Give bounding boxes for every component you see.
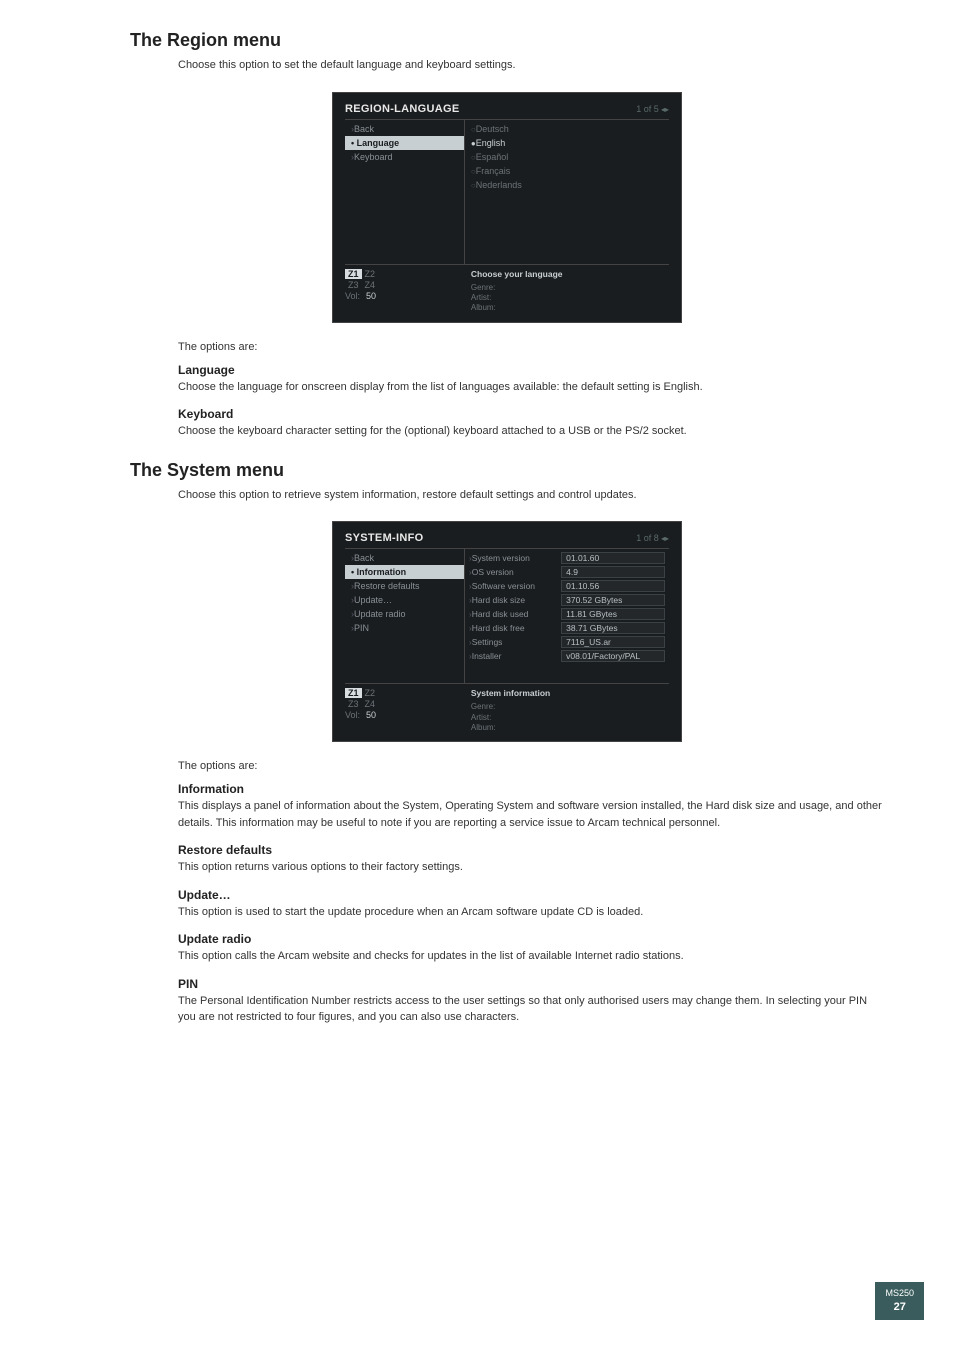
option-block: Update… This option is used to start the … bbox=[178, 888, 884, 921]
info-label: Settings bbox=[469, 637, 557, 647]
option-block: Language Choose the language for onscreen… bbox=[178, 363, 884, 396]
now-playing-meta: Artist: bbox=[471, 293, 669, 303]
now-playing-meta: Genre: bbox=[471, 283, 669, 293]
info-value: 4.9 bbox=[561, 566, 665, 578]
info-row: Hard disk used 11.81 GBytes bbox=[465, 607, 669, 621]
info-label: Hard disk free bbox=[469, 623, 557, 633]
region-screen-hint: Choose your language bbox=[471, 269, 669, 279]
zone-panel: Z1Z2Z3Z4Vol:50 bbox=[345, 688, 465, 733]
zone-chip[interactable]: Z3 bbox=[345, 699, 362, 709]
system-intro: Choose this option to retrieve system in… bbox=[178, 487, 884, 504]
zone-chip[interactable]: Z3 bbox=[345, 280, 362, 290]
option-title: Update… bbox=[178, 888, 884, 902]
region-screen-counter: 1 of 5 bbox=[636, 104, 669, 114]
language-option[interactable]: Deutsch bbox=[465, 122, 669, 136]
info-row: System version 01.01.60 bbox=[465, 551, 669, 565]
option-desc: Choose the language for onscreen display… bbox=[178, 379, 884, 396]
region-screenshot: REGION-LANGUAGE 1 of 5 BackLanguageKeybo… bbox=[130, 92, 884, 323]
language-option[interactable]: Français bbox=[465, 164, 669, 178]
nav-item[interactable]: Keyboard bbox=[345, 150, 464, 164]
volume-display: Vol:50 bbox=[345, 710, 465, 720]
option-desc: This displays a panel of information abo… bbox=[178, 798, 884, 831]
now-playing-meta: Album: bbox=[471, 303, 669, 313]
option-desc: Choose the keyboard character setting fo… bbox=[178, 423, 884, 440]
region-lang-list: DeutschEnglishEspañolFrançaisNederlands bbox=[465, 120, 669, 264]
info-row: Hard disk size 370.52 GBytes bbox=[465, 593, 669, 607]
language-option[interactable]: Nederlands bbox=[465, 178, 669, 192]
option-title: Language bbox=[178, 363, 884, 377]
zone-chip[interactable]: Z2 bbox=[362, 269, 379, 279]
info-label: System version bbox=[469, 553, 557, 563]
nav-item[interactable]: PIN bbox=[345, 621, 464, 635]
zone-panel: Z1Z2Z3Z4Vol:50 bbox=[345, 269, 465, 314]
option-block: PIN The Personal Identification Number re… bbox=[178, 977, 884, 1026]
info-value: v08.01/Factory/PAL bbox=[561, 650, 665, 662]
option-block: Keyboard Choose the keyboard character se… bbox=[178, 407, 884, 440]
page-badge-model: MS250 bbox=[885, 1288, 914, 1300]
page-badge: MS250 27 bbox=[875, 1282, 924, 1320]
option-title: Restore defaults bbox=[178, 843, 884, 857]
region-heading: The Region menu bbox=[130, 30, 884, 51]
region-intro: Choose this option to set the default la… bbox=[178, 57, 884, 74]
info-label: Software version bbox=[469, 581, 557, 591]
option-title: Keyboard bbox=[178, 407, 884, 421]
info-label: Hard disk size bbox=[469, 595, 557, 605]
option-desc: The Personal Identification Number restr… bbox=[178, 993, 884, 1026]
now-playing-meta: Artist: bbox=[471, 713, 669, 723]
region-screen-title: REGION-LANGUAGE bbox=[345, 103, 460, 115]
zone-chip[interactable]: Z4 bbox=[362, 699, 379, 709]
option-desc: This option is used to start the update … bbox=[178, 904, 884, 921]
option-block: Update radio This option calls the Arcam … bbox=[178, 932, 884, 965]
region-nav-list: BackLanguageKeyboard bbox=[345, 120, 465, 264]
zone-chip[interactable]: Z1 bbox=[345, 269, 362, 279]
zone-chip[interactable]: Z2 bbox=[362, 688, 379, 698]
info-row: Software version 01.10.56 bbox=[465, 579, 669, 593]
zone-chip[interactable]: Z4 bbox=[362, 280, 379, 290]
info-value: 7116_US.ar bbox=[561, 636, 665, 648]
system-screen-counter: 1 of 8 bbox=[636, 533, 669, 543]
option-desc: This option returns various options to t… bbox=[178, 859, 884, 876]
info-value: 370.52 GBytes bbox=[561, 594, 665, 606]
nav-item[interactable]: Language bbox=[345, 136, 464, 150]
option-desc: This option calls the Arcam website and … bbox=[178, 948, 884, 965]
nav-item[interactable]: Information bbox=[345, 565, 464, 579]
nav-item[interactable]: Back bbox=[345, 122, 464, 136]
info-label: Installer bbox=[469, 651, 557, 661]
system-options-intro: The options are: bbox=[178, 760, 884, 772]
option-block: Restore defaults This option returns vari… bbox=[178, 843, 884, 876]
now-playing-meta: Album: bbox=[471, 723, 669, 733]
info-value: 01.10.56 bbox=[561, 580, 665, 592]
option-title: Update radio bbox=[178, 932, 884, 946]
nav-item[interactable]: Restore defaults bbox=[345, 579, 464, 593]
nav-item[interactable]: Update radio bbox=[345, 607, 464, 621]
info-value: 11.81 GBytes bbox=[561, 608, 665, 620]
option-title: Information bbox=[178, 782, 884, 796]
system-info-table: System version01.01.60OS version4.9Softw… bbox=[465, 549, 669, 683]
info-label: Hard disk used bbox=[469, 609, 557, 619]
page-badge-number: 27 bbox=[885, 1300, 914, 1314]
info-value: 38.71 GBytes bbox=[561, 622, 665, 634]
system-nav-list: BackInformationRestore defaultsUpdate…Up… bbox=[345, 549, 465, 683]
nav-item[interactable]: Update… bbox=[345, 593, 464, 607]
info-row: Installer v08.01/Factory/PAL bbox=[465, 649, 669, 663]
info-label: OS version bbox=[469, 567, 557, 577]
system-heading: The System menu bbox=[130, 460, 884, 481]
option-title: PIN bbox=[178, 977, 884, 991]
language-option[interactable]: English bbox=[465, 136, 669, 150]
zone-chip[interactable]: Z1 bbox=[345, 688, 362, 698]
system-screen-hint: System information bbox=[471, 688, 669, 698]
now-playing-meta: Genre: bbox=[471, 702, 669, 712]
volume-display: Vol:50 bbox=[345, 291, 465, 301]
info-row: Settings 7116_US.ar bbox=[465, 635, 669, 649]
nav-item[interactable]: Back bbox=[345, 551, 464, 565]
info-row: OS version 4.9 bbox=[465, 565, 669, 579]
system-screen-title: SYSTEM-INFO bbox=[345, 532, 423, 544]
system-screenshot: SYSTEM-INFO 1 of 8 BackInformationRestor… bbox=[130, 521, 884, 742]
info-value: 01.01.60 bbox=[561, 552, 665, 564]
option-block: Information This displays a panel of info… bbox=[178, 782, 884, 831]
info-row: Hard disk free 38.71 GBytes bbox=[465, 621, 669, 635]
language-option[interactable]: Español bbox=[465, 150, 669, 164]
region-options-intro: The options are: bbox=[178, 341, 884, 353]
